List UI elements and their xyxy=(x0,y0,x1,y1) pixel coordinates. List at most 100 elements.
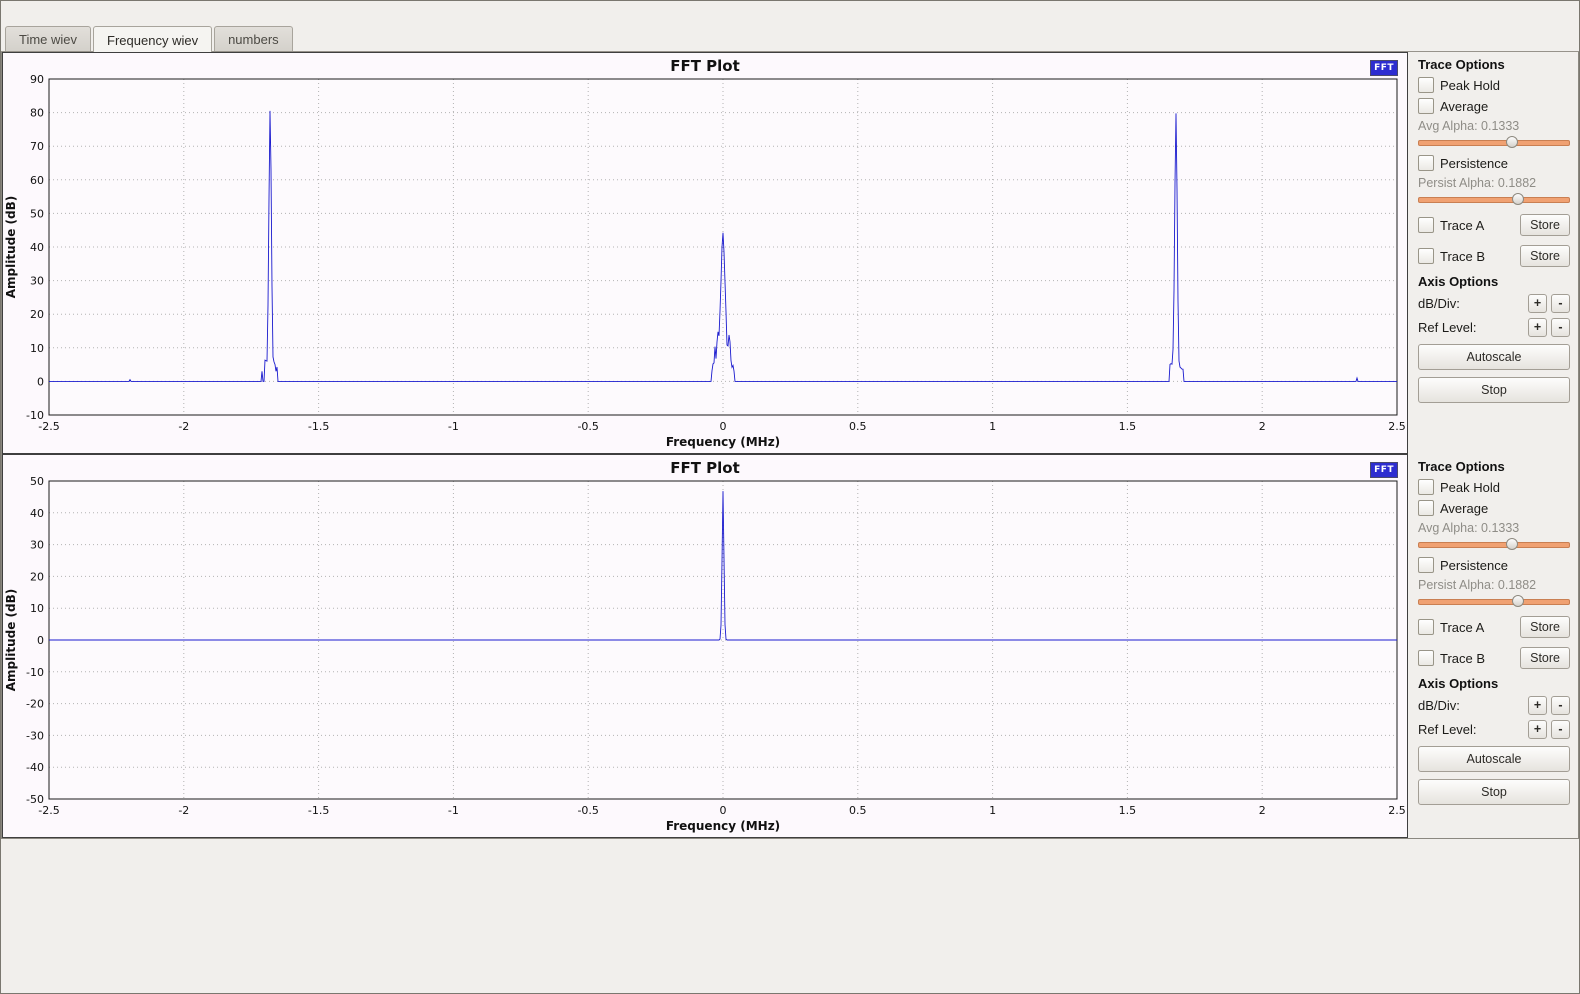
trace-b-checkbox[interactable]: Trace B xyxy=(1418,248,1520,264)
stop-button[interactable]: Stop xyxy=(1418,377,1570,403)
checkbox-box[interactable] xyxy=(1418,155,1434,171)
checkbox-box[interactable] xyxy=(1418,217,1434,233)
axis-options-header: Axis Options xyxy=(1418,676,1570,691)
db-div-plus-button[interactable]: + xyxy=(1528,696,1547,715)
svg-text:-1.5: -1.5 xyxy=(308,420,329,433)
persistence-label: Persistence xyxy=(1440,156,1508,171)
svg-text:30: 30 xyxy=(30,539,44,552)
ref-level-minus-button[interactable]: - xyxy=(1551,720,1570,739)
trace-a-checkbox[interactable]: Trace A xyxy=(1418,217,1520,233)
svg-text:-1: -1 xyxy=(448,420,459,433)
fft-plot-canvas-bottom[interactable]: -2.5-2-1.5-1-0.500.511.522.550403020100-… xyxy=(3,477,1407,835)
db-div-label: dB/Div: xyxy=(1418,698,1524,713)
stop-button[interactable]: Stop xyxy=(1418,779,1570,805)
svg-text:-1.5: -1.5 xyxy=(308,804,329,817)
trace-options-header: Trace Options xyxy=(1418,57,1570,72)
slider-handle[interactable] xyxy=(1506,538,1518,550)
svg-text:1: 1 xyxy=(989,420,996,433)
store-trace-b-button[interactable]: Store xyxy=(1520,647,1570,669)
tab-numbers[interactable]: numbers xyxy=(214,26,293,51)
trace-b-label: Trace B xyxy=(1440,249,1485,264)
axis-options-header: Axis Options xyxy=(1418,274,1570,289)
checkbox-box[interactable] xyxy=(1418,557,1434,573)
autoscale-button[interactable]: Autoscale xyxy=(1418,344,1570,370)
svg-text:10: 10 xyxy=(30,342,44,355)
svg-text:50: 50 xyxy=(30,207,44,220)
svg-text:50: 50 xyxy=(30,477,44,488)
average-label: Average xyxy=(1440,501,1488,516)
svg-text:30: 30 xyxy=(30,275,44,288)
trace-a-label: Trace A xyxy=(1440,218,1484,233)
persist-alpha-slider[interactable] xyxy=(1418,192,1570,207)
slider-track xyxy=(1418,140,1570,146)
peak-hold-label: Peak Hold xyxy=(1440,78,1500,93)
svg-text:40: 40 xyxy=(30,241,44,254)
avg-alpha-slider[interactable] xyxy=(1418,135,1570,150)
tab-bar: Time wiev Frequency wiev numbers xyxy=(1,21,1579,52)
checkbox-box[interactable] xyxy=(1418,77,1434,93)
checkbox-box[interactable] xyxy=(1418,500,1434,516)
peak-hold-label: Peak Hold xyxy=(1440,480,1500,495)
checkbox-box[interactable] xyxy=(1418,619,1434,635)
persist-alpha-slider[interactable] xyxy=(1418,594,1570,609)
db-div-minus-button[interactable]: - xyxy=(1551,294,1570,313)
svg-text:40: 40 xyxy=(30,507,44,520)
svg-text:-40: -40 xyxy=(26,761,44,774)
slider-handle[interactable] xyxy=(1512,193,1524,205)
fft-plot-canvas-top[interactable]: -2.5-2-1.5-1-0.500.511.522.5908070605040… xyxy=(3,75,1407,451)
ref-level-label: Ref Level: xyxy=(1418,722,1524,737)
avg-alpha-label: Avg Alpha: 0.1333 xyxy=(1418,119,1570,133)
trace-a-checkbox[interactable]: Trace A xyxy=(1418,619,1520,635)
ref-level-label: Ref Level: xyxy=(1418,320,1524,335)
store-trace-b-button[interactable]: Store xyxy=(1520,245,1570,267)
checkbox-box[interactable] xyxy=(1418,650,1434,666)
store-trace-a-button[interactable]: Store xyxy=(1520,616,1570,638)
app-window: Time wiev Frequency wiev numbers FFT Plo… xyxy=(0,0,1580,994)
slider-handle[interactable] xyxy=(1506,136,1518,148)
svg-text:-1: -1 xyxy=(448,804,459,817)
svg-text:2.5: 2.5 xyxy=(1388,420,1406,433)
persistence-checkbox[interactable]: Persistence xyxy=(1418,155,1570,171)
checkbox-box[interactable] xyxy=(1418,98,1434,114)
db-div-minus-button[interactable]: - xyxy=(1551,696,1570,715)
trace-controls-top: Trace Options Peak Hold Average Avg Alph… xyxy=(1408,52,1578,454)
persist-alpha-label: Persist Alpha: 0.1882 xyxy=(1418,176,1570,190)
store-trace-a-button[interactable]: Store xyxy=(1520,214,1570,236)
svg-text:60: 60 xyxy=(30,174,44,187)
ref-level-plus-button[interactable]: + xyxy=(1528,720,1547,739)
checkbox-box[interactable] xyxy=(1418,479,1434,495)
svg-text:0: 0 xyxy=(720,420,727,433)
trace-options-header: Trace Options xyxy=(1418,459,1570,474)
tab-frequency-view[interactable]: Frequency wiev xyxy=(93,26,212,52)
average-checkbox[interactable]: Average xyxy=(1418,500,1570,516)
slider-track xyxy=(1418,542,1570,548)
plot-title: FFT Plot xyxy=(3,455,1407,477)
checkbox-box[interactable] xyxy=(1418,248,1434,264)
peak-hold-checkbox[interactable]: Peak Hold xyxy=(1418,479,1570,495)
svg-text:70: 70 xyxy=(30,140,44,153)
ref-level-plus-button[interactable]: + xyxy=(1528,318,1547,337)
persistence-checkbox[interactable]: Persistence xyxy=(1418,557,1570,573)
peak-hold-checkbox[interactable]: Peak Hold xyxy=(1418,77,1570,93)
db-div-plus-button[interactable]: + xyxy=(1528,294,1547,313)
db-div-label: dB/Div: xyxy=(1418,296,1524,311)
autoscale-button[interactable]: Autoscale xyxy=(1418,746,1570,772)
svg-text:Frequency (MHz): Frequency (MHz) xyxy=(666,819,780,833)
average-checkbox[interactable]: Average xyxy=(1418,98,1570,114)
svg-text:0.5: 0.5 xyxy=(849,804,867,817)
fft-badge: FFT xyxy=(1370,60,1398,76)
plot-title: FFT Plot xyxy=(3,53,1407,75)
svg-text:-2: -2 xyxy=(178,804,189,817)
trace-b-checkbox[interactable]: Trace B xyxy=(1418,650,1520,666)
fft-panel-bottom: FFT Plot FFT -2.5-2-1.5-1-0.500.511.522.… xyxy=(2,454,1578,838)
svg-text:-2: -2 xyxy=(178,420,189,433)
avg-alpha-slider[interactable] xyxy=(1418,537,1570,552)
slider-handle[interactable] xyxy=(1512,595,1524,607)
tab-time-view[interactable]: Time wiev xyxy=(5,26,91,51)
svg-text:2.5: 2.5 xyxy=(1388,804,1406,817)
svg-text:-10: -10 xyxy=(26,666,44,679)
svg-text:Frequency (MHz): Frequency (MHz) xyxy=(666,435,780,449)
svg-text:1.5: 1.5 xyxy=(1119,804,1137,817)
svg-text:-50: -50 xyxy=(26,793,44,806)
ref-level-minus-button[interactable]: - xyxy=(1551,318,1570,337)
